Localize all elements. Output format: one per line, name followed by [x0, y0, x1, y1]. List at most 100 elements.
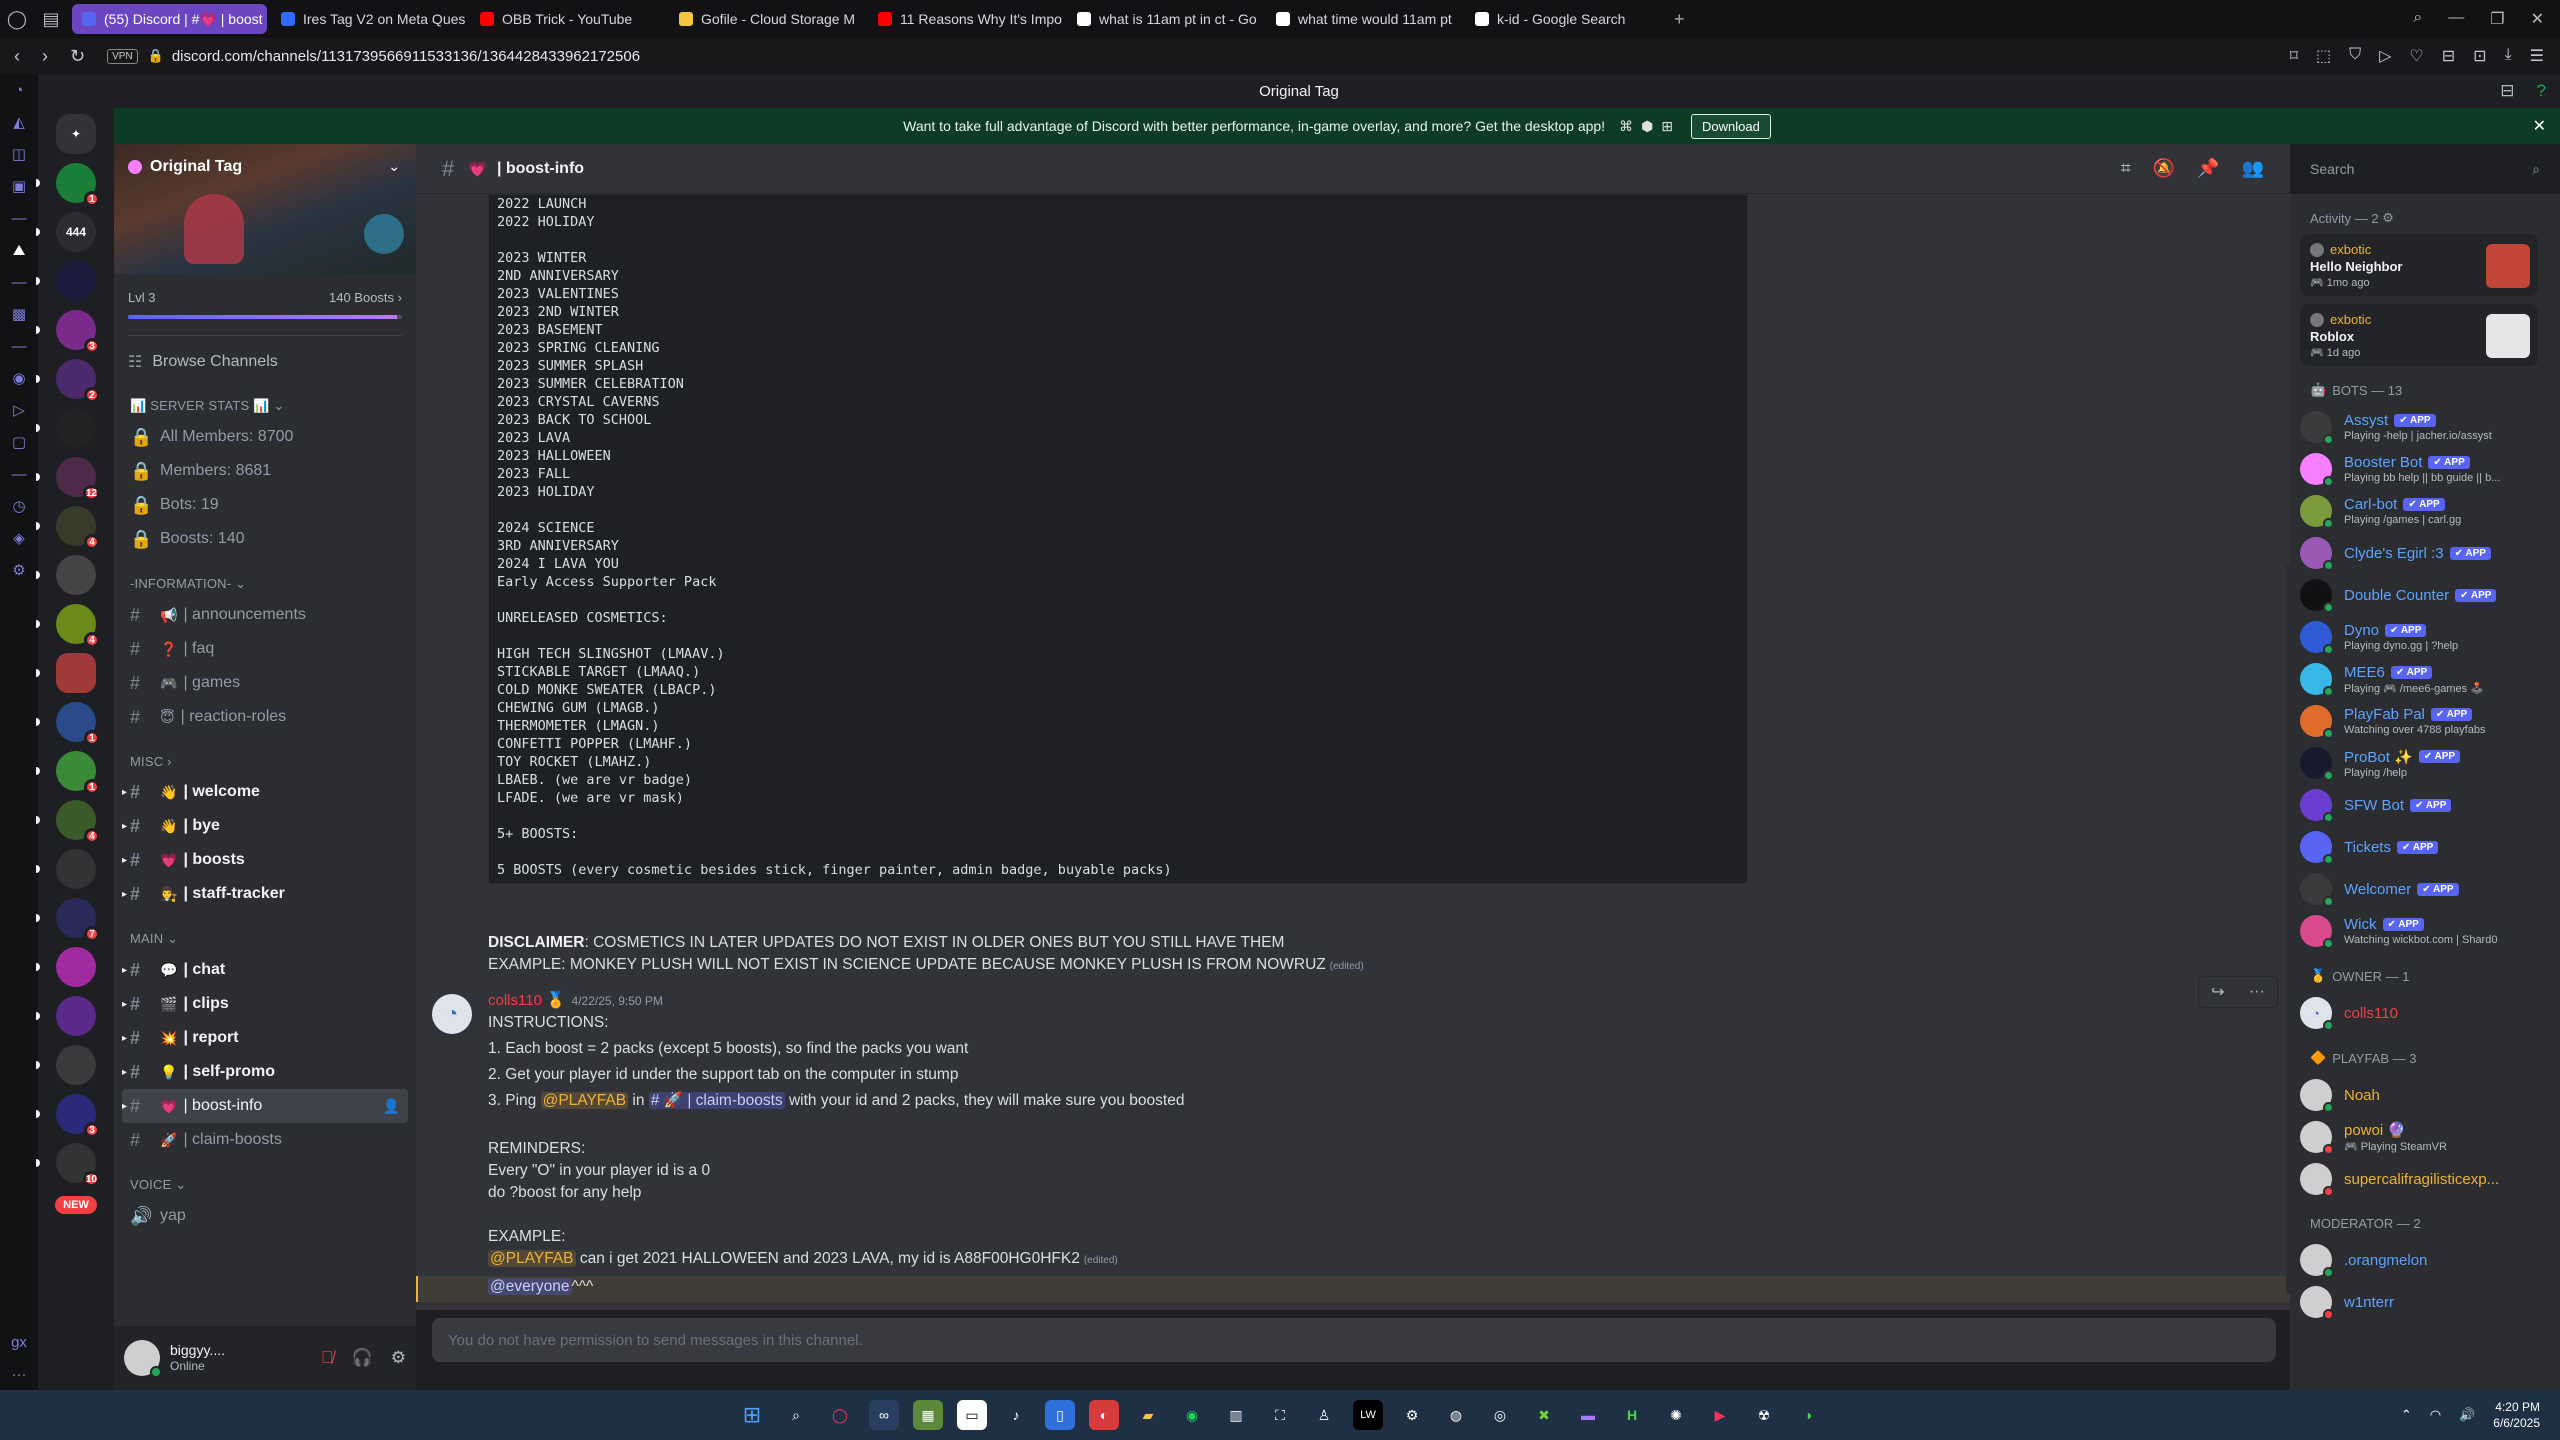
back-button[interactable]: ‹ — [14, 46, 20, 67]
channel-item[interactable]: ▸ # 💗 | boost-info 👤 — [122, 1089, 408, 1123]
bot-item[interactable]: ProBot ✨ ✔ APP Playing /help — [2300, 742, 2552, 784]
server-icon[interactable]: 4 — [36, 604, 100, 648]
gear-icon[interactable]: ⚙ — [2382, 210, 2394, 226]
bot-item[interactable]: PlayFab Pal ✔ APP Watching over 4788 playf… — [2300, 700, 2552, 742]
channel-item[interactable]: ▸ # 💥 | report — [122, 1021, 408, 1055]
browser-tab[interactable]: k-id - Google Search — [1465, 4, 1660, 34]
server-icon[interactable]: 7 — [36, 898, 100, 942]
clock[interactable]: 4:20 PM 6/6/2025 — [2493, 1399, 2540, 1431]
app-icon[interactable]: ◎ — [1485, 1400, 1515, 1430]
workspaces-icon[interactable]: ▤ — [34, 0, 68, 38]
close-banner-icon[interactable]: ✕ — [2533, 116, 2546, 136]
browse-channels[interactable]: ☷ Browse Channels — [114, 346, 416, 378]
server-icon[interactable] — [36, 408, 96, 448]
bot-item[interactable]: Carl-bot ✔ APP Playing /games | carl.gg — [2300, 490, 2552, 532]
heart-icon[interactable]: ♡ — [2409, 46, 2423, 66]
wifi-icon[interactable]: ◠ — [2430, 1407, 2441, 1423]
browser-tab[interactable]: Gofile - Cloud Storage M — [669, 4, 864, 34]
bot-item[interactable]: Dyno ✔ APP Playing dyno.gg | ?help — [2300, 616, 2552, 658]
channel-item[interactable]: 🔒 Bots: 19 — [122, 488, 408, 522]
mail-icon[interactable]: ▣ — [0, 170, 38, 202]
server-icon[interactable]: 10 — [36, 1143, 100, 1187]
aria-icon[interactable]: ◭ — [0, 106, 38, 138]
browser-tab[interactable]: Ires Tag V2 on Meta Ques — [271, 4, 466, 34]
app-icon[interactable]: LW — [1353, 1400, 1383, 1430]
server-icon[interactable]: 1 — [36, 702, 100, 746]
activity-card[interactable]: exbotic Roblox 🎮 1d ago — [2300, 304, 2538, 366]
vpn-badge[interactable]: VPN — [107, 48, 138, 64]
snapshot-icon[interactable]: ⬚ — [2316, 46, 2331, 66]
history-icon[interactable]: ◔ — [0, 74, 38, 106]
bot-item[interactable]: Welcomer ✔ APP — [2300, 868, 2552, 910]
forward-icon[interactable]: ↪ — [2211, 982, 2224, 1002]
server-icon[interactable]: 4 — [36, 506, 100, 550]
category-misc[interactable]: MISC › — [114, 734, 416, 775]
browser-tab[interactable]: 11 Reasons Why It's Impo — [868, 4, 1063, 34]
channel-item[interactable]: # 🚀 | claim-boosts — [122, 1123, 408, 1157]
category-main[interactable]: MAIN ⌄ — [114, 911, 416, 953]
browser-tab[interactable]: (55) Discord | #💗 | boost✕ — [72, 4, 267, 34]
server-icon[interactable] — [36, 653, 96, 693]
channel-item[interactable]: ▸ # 💡 | self-promo — [122, 1055, 408, 1089]
server-icon[interactable] — [36, 261, 96, 301]
category-information[interactable]: -INFORMATION- ⌄ — [114, 556, 416, 598]
bot-item[interactable]: Assyst ✔ APP Playing -help | jacher.io/ass… — [2300, 406, 2552, 448]
bot-item[interactable]: Tickets ✔ APP — [2300, 826, 2552, 868]
bookmark-icon[interactable]: ⌑ — [2290, 46, 2298, 66]
download-button[interactable]: Download — [1691, 113, 1771, 139]
app-icon[interactable]: ♙ — [1309, 1400, 1339, 1430]
reload-button[interactable]: ↻ — [70, 46, 85, 67]
member-item[interactable]: .orangmelon — [2300, 1239, 2552, 1281]
member-item[interactable]: w1nterr — [2300, 1281, 2552, 1323]
app-icon[interactable]: ▶ — [1705, 1400, 1735, 1430]
search-tabs-icon[interactable]: ⌕ — [2413, 9, 2422, 29]
everyone-mention[interactable]: @everyone — [488, 1278, 572, 1295]
bot-item[interactable]: Wick ✔ APP Watching wickbot.com | Shard0 — [2300, 910, 2552, 952]
server-icon[interactable]: 12 — [36, 457, 100, 501]
boost-progress[interactable]: Lvl 3 140 Boosts › — [114, 274, 416, 329]
channel-item[interactable]: # ❓ | faq — [122, 632, 408, 666]
opera-gx-icon[interactable]: ◯ — [825, 1400, 855, 1430]
browser-tab[interactable]: what is 11am pt in ct - Go — [1067, 4, 1262, 34]
browser-tab[interactable]: what time would 11am pt — [1266, 4, 1461, 34]
app-icon[interactable]: ✺ — [1661, 1400, 1691, 1430]
browser-tab[interactable]: OBB Trick - YouTube — [470, 4, 665, 34]
search-icon[interactable]: ⌕ — [781, 1400, 811, 1430]
server-icon[interactable]: 3 — [36, 310, 100, 354]
server-icon[interactable] — [36, 849, 96, 889]
app-icon[interactable]: ◐ — [1089, 1400, 1119, 1430]
app-icon[interactable]: ▯ — [1045, 1400, 1075, 1430]
channel-item[interactable]: # 😇 | reaction-roles — [122, 700, 408, 734]
app-icon[interactable]: ▬ — [1573, 1400, 1603, 1430]
arc-icon[interactable]: ⛰ — [0, 234, 38, 266]
pin-icon[interactable]: 📌 — [2197, 158, 2219, 179]
minimize-button[interactable]: — — [2448, 9, 2464, 29]
member-list-icon[interactable]: 👥 — [2242, 158, 2264, 179]
pinboard-icon[interactable]: ◈ — [0, 522, 38, 554]
settings-icon[interactable]: ⚙ — [0, 554, 38, 586]
more-options-icon[interactable]: ··· — [2249, 983, 2265, 1001]
app-icon[interactable]: ✖ — [1529, 1400, 1559, 1430]
close-tab-icon[interactable]: ✕ — [263, 11, 267, 27]
inbox-icon[interactable]: ⊟ — [2500, 81, 2514, 101]
gx-icon[interactable]: gx — [0, 1326, 38, 1358]
server-icon[interactable] — [36, 996, 96, 1036]
messenger-icon[interactable]: ◫ — [0, 138, 38, 170]
server-icon[interactable]: 1 — [36, 163, 100, 207]
chevron-up-icon[interactable]: ⌃ — [2401, 1407, 2412, 1423]
steam-icon[interactable]: ⚙ — [1397, 1400, 1427, 1430]
role-mention[interactable]: @PLAYFAB — [540, 1092, 629, 1109]
volume-icon[interactable]: 🔊 — [2459, 1407, 2475, 1423]
help-icon[interactable]: ? — [2537, 81, 2546, 101]
server-banner[interactable]: Original Tag ⌄ — [114, 144, 416, 274]
role-mention[interactable]: @PLAYFAB — [488, 1250, 576, 1267]
app-icon[interactable]: ▭ — [957, 1400, 987, 1430]
bookmarks-icon[interactable]: ⊟ — [2442, 46, 2455, 66]
member-item[interactable]: ◔ colls110 — [2300, 992, 2552, 1034]
more-icon[interactable]: ··· — [0, 1358, 38, 1390]
member-item[interactable]: Noah — [2300, 1074, 2552, 1116]
spotify-icon[interactable]: ◉ — [1177, 1400, 1207, 1430]
menu-icon[interactable]: ☰ — [2530, 46, 2544, 66]
member-item[interactable]: supercalifragilisticexp... — [2300, 1158, 2552, 1200]
forward-button[interactable]: › — [42, 46, 48, 67]
